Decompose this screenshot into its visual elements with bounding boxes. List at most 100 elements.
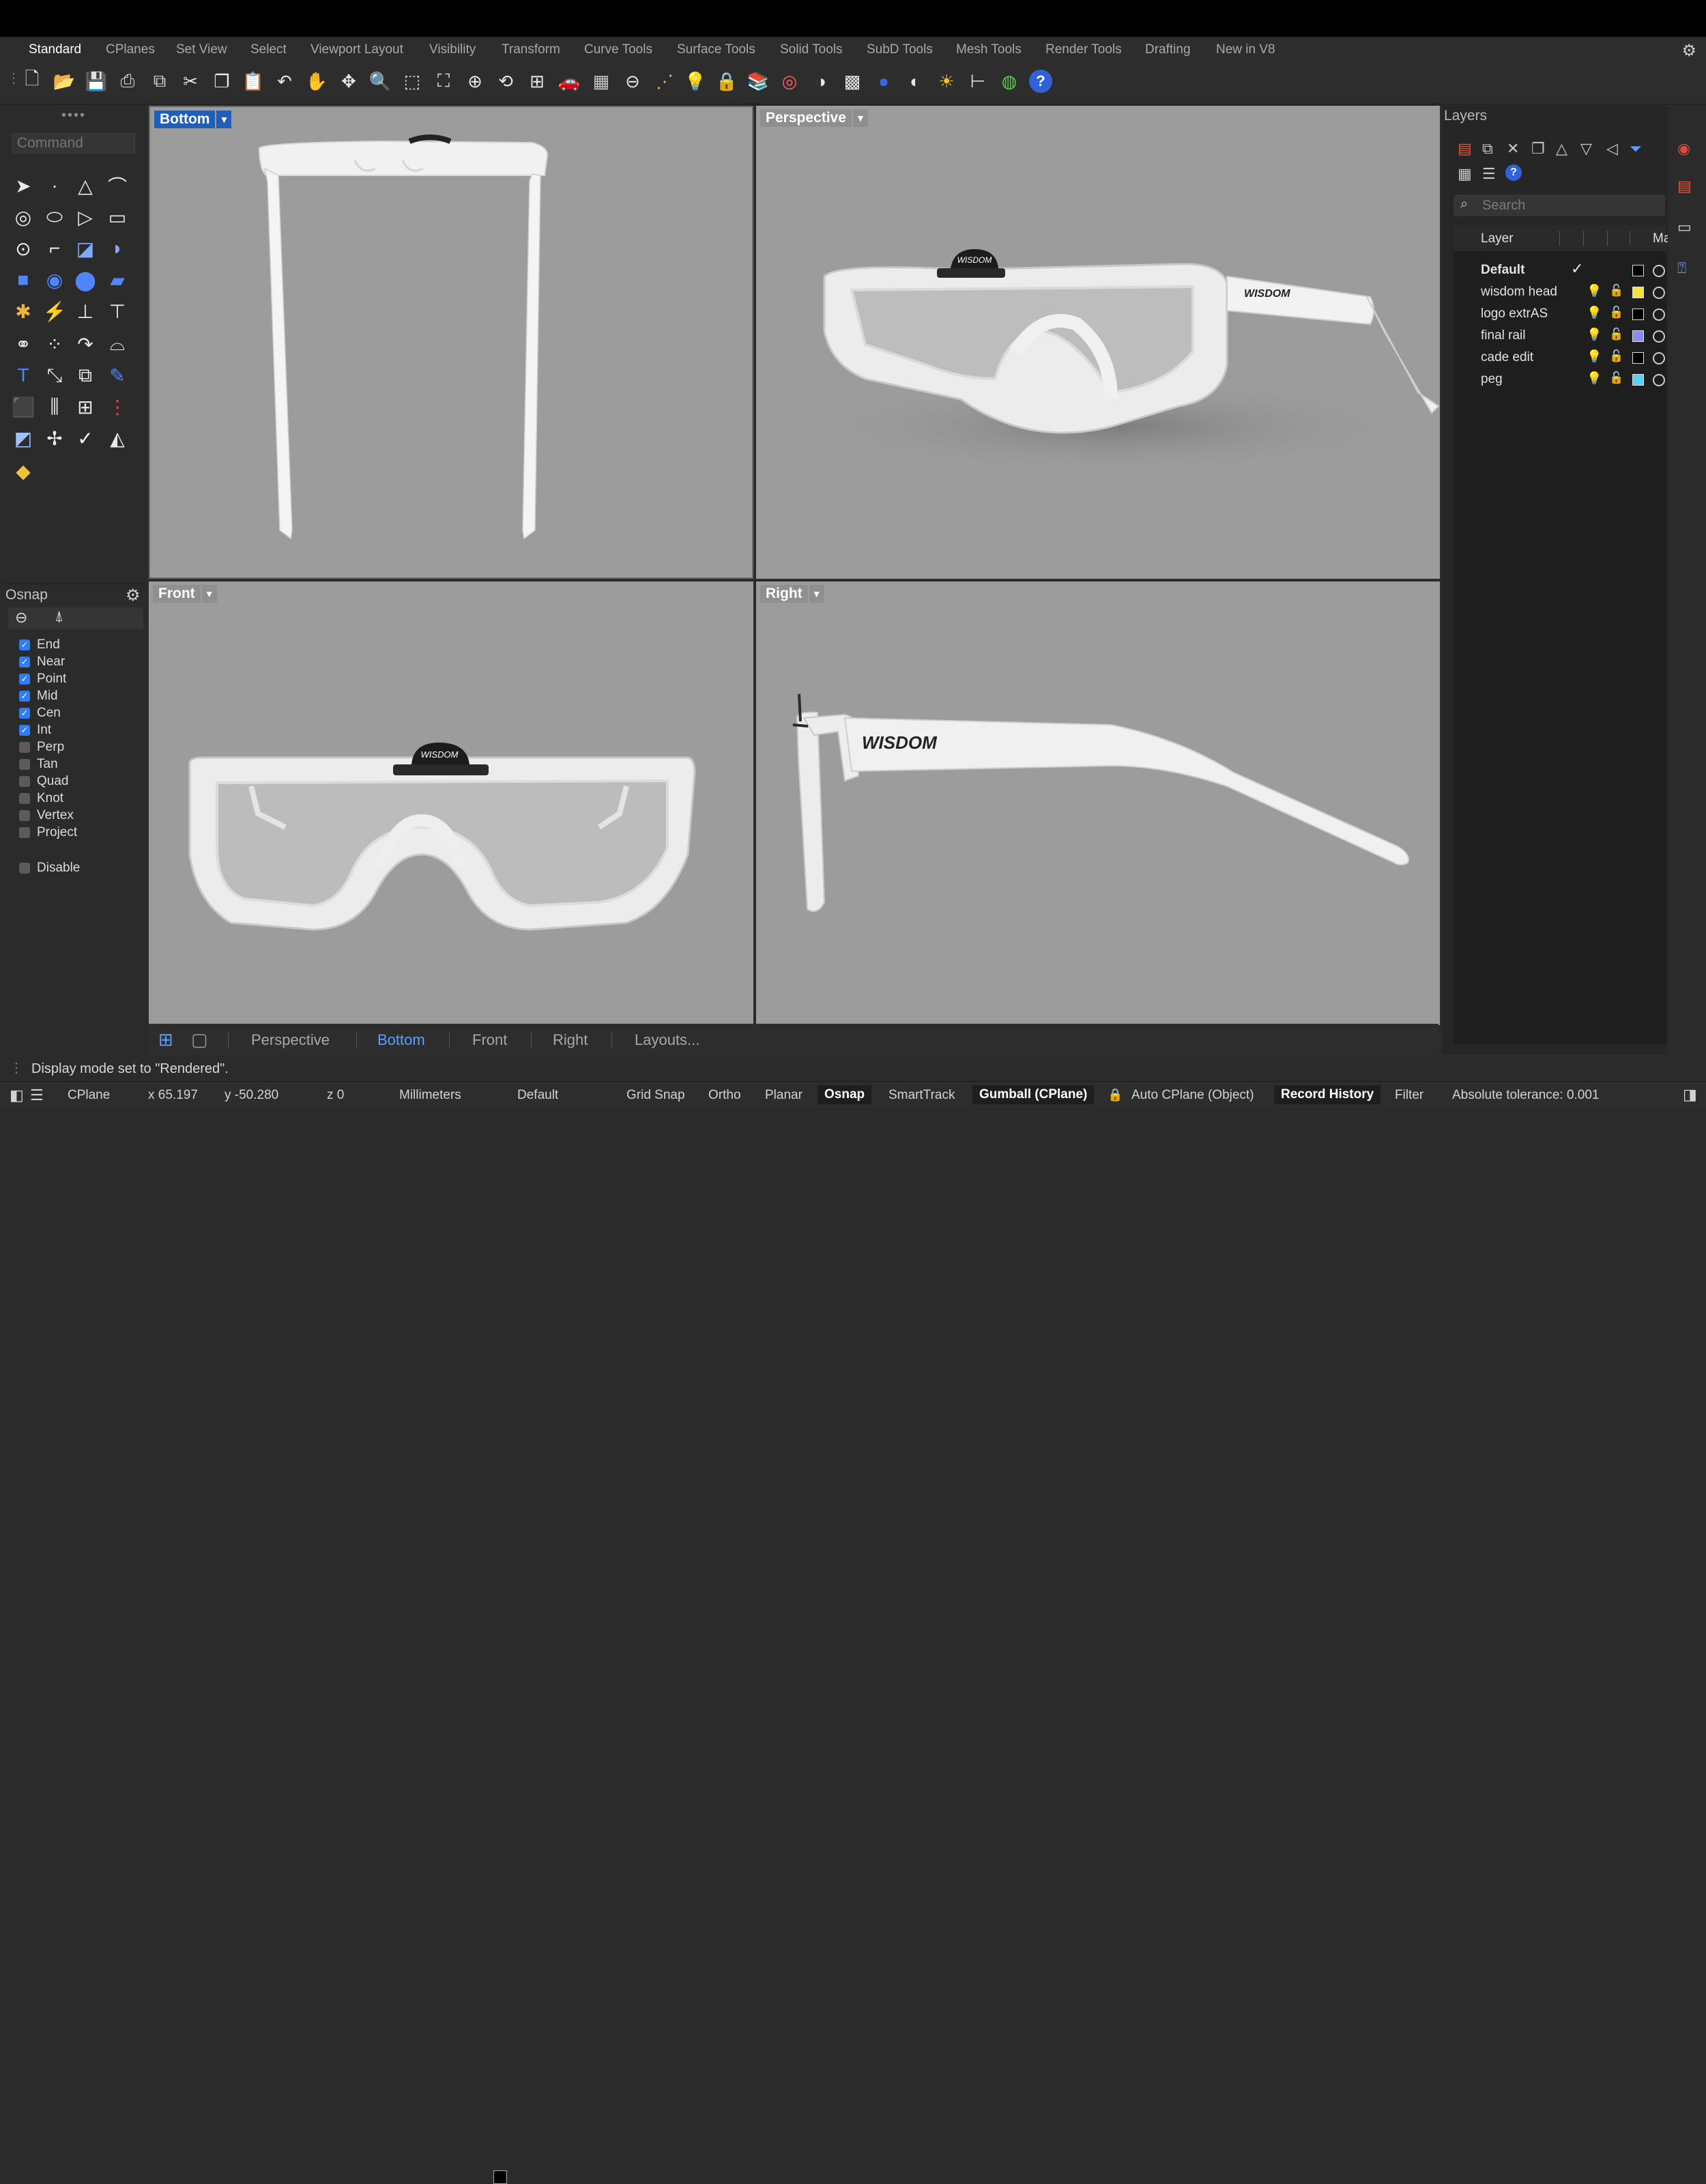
- tab-select[interactable]: Select: [250, 42, 287, 57]
- osnap-target-icon[interactable]: ⊖: [15, 609, 27, 627]
- rotate-view-icon[interactable]: ✥: [336, 68, 362, 94]
- split-icon[interactable]: ⚡: [41, 298, 68, 325]
- select-points-icon[interactable]: ⋰: [652, 68, 678, 94]
- grip-icon[interactable]: ⋮: [10, 1059, 23, 1076]
- status-layer[interactable]: Default: [517, 1088, 558, 1103]
- list-view-icon[interactable]: ☰: [1482, 165, 1496, 183]
- checkbox-icon[interactable]: [19, 827, 30, 838]
- car-icon[interactable]: 🚗: [556, 68, 582, 94]
- array-curve-icon[interactable]: ⋮: [104, 393, 131, 420]
- new-file-icon[interactable]: 🗋: [19, 68, 45, 94]
- tab-surface-tools[interactable]: Surface Tools: [677, 42, 755, 57]
- material-circle-icon[interactable]: [1653, 265, 1665, 277]
- layer-color-swatch[interactable]: [493, 2170, 507, 2184]
- environment-icon[interactable]: ◐: [902, 68, 928, 94]
- layer-row-cade-edit[interactable]: cade edit 💡 🔓: [1454, 347, 1666, 369]
- layer-search-field[interactable]: ⌕ Search: [1454, 195, 1665, 216]
- pan-hand-icon[interactable]: ✋: [304, 68, 330, 94]
- material-circle-icon[interactable]: [1653, 374, 1665, 386]
- tab-cplanes[interactable]: CPlanes: [106, 42, 155, 57]
- surface-icon[interactable]: ◪: [72, 235, 99, 262]
- plane-icon[interactable]: ▰: [104, 266, 131, 293]
- layer-color-swatch[interactable]: [1632, 374, 1644, 386]
- unlock-icon[interactable]: 🔓: [1609, 284, 1623, 298]
- view-tab-front[interactable]: Front: [472, 1031, 507, 1049]
- viewport-front[interactable]: WISDOM Front ▼: [149, 581, 753, 1025]
- layer-row-final-rail[interactable]: final rail 💡 🔓: [1454, 326, 1666, 347]
- osnap-cen[interactable]: ✓ Cen: [19, 706, 61, 721]
- list-icon[interactable]: ☰: [30, 1087, 44, 1104]
- ellipse-icon[interactable]: ⬭: [41, 203, 68, 231]
- save-icon[interactable]: 💾: [83, 68, 109, 94]
- light-bulb-icon[interactable]: 💡: [1587, 328, 1602, 342]
- tab-subd-tools[interactable]: SubD Tools: [867, 42, 933, 57]
- command-input[interactable]: [12, 133, 135, 154]
- checkbox-icon[interactable]: [19, 793, 30, 804]
- arc-icon[interactable]: ⌓: [104, 330, 131, 358]
- gear-icon[interactable]: ⚙: [126, 586, 141, 605]
- loft-icon[interactable]: ◗: [104, 235, 131, 262]
- unlock-icon[interactable]: 🔓: [1609, 371, 1623, 385]
- color-wheel-icon[interactable]: ◉: [1677, 140, 1690, 158]
- tab-transform[interactable]: Transform: [502, 42, 560, 57]
- tab-render-tools[interactable]: Render Tools: [1045, 42, 1122, 57]
- trim-icon[interactable]: ⊤: [104, 298, 131, 325]
- osnap-perp[interactable]: Perp: [19, 740, 64, 755]
- osnap-int[interactable]: ✓ Int: [19, 723, 51, 738]
- checkbox-icon[interactable]: ✓: [19, 640, 30, 650]
- status-filter[interactable]: Filter: [1395, 1088, 1423, 1103]
- status-auto-cplane[interactable]: Auto CPlane (Object): [1131, 1088, 1254, 1103]
- osnap-vertex[interactable]: Vertex: [19, 808, 74, 823]
- render-sphere-icon[interactable]: ●: [871, 68, 897, 94]
- unlock-icon[interactable]: 🔓: [1609, 306, 1623, 319]
- delete-icon[interactable]: ✕: [1507, 140, 1519, 158]
- pencil-icon[interactable]: ✎: [104, 362, 131, 389]
- rectangle-icon[interactable]: ▭: [104, 203, 131, 231]
- material-circle-icon[interactable]: [1653, 330, 1665, 343]
- scale-icon[interactable]: ⤡: [41, 362, 68, 389]
- osnap-quad[interactable]: Quad: [19, 774, 68, 789]
- check-icon[interactable]: ✓: [72, 425, 99, 452]
- status-cplane[interactable]: CPlane: [68, 1088, 110, 1103]
- view-tab-bottom[interactable]: Bottom: [377, 1031, 425, 1049]
- globe-icon[interactable]: ◍: [996, 68, 1022, 94]
- grid-layout-icon[interactable]: ⊞: [158, 1029, 173, 1050]
- viewport-title-bottom[interactable]: Bottom ▼: [154, 110, 232, 129]
- view-tab-right[interactable]: Right: [553, 1031, 588, 1049]
- unlock-icon[interactable]: 🔓: [1609, 328, 1623, 341]
- osnap-project[interactable]: Project: [19, 825, 77, 840]
- paste-icon[interactable]: 📋: [240, 68, 266, 94]
- checkbox-icon[interactable]: ✓: [19, 691, 30, 702]
- blend-icon[interactable]: ↷: [72, 330, 99, 358]
- fillet-curve-icon[interactable]: ⌐: [41, 235, 68, 262]
- duplicate-icon[interactable]: ❐: [1531, 140, 1545, 158]
- zoom-extents-icon[interactable]: ⛶: [431, 68, 457, 94]
- offset-icon[interactable]: ⊙: [10, 235, 37, 262]
- boolean-icon[interactable]: ◉: [41, 266, 68, 293]
- viewport-label[interactable]: Right: [760, 585, 808, 603]
- tab-drafting[interactable]: Drafting: [1145, 42, 1191, 57]
- status-grid-snap[interactable]: Grid Snap: [626, 1088, 685, 1103]
- four-viewports-icon[interactable]: ⊞: [524, 68, 550, 94]
- checkbox-icon[interactable]: ✓: [19, 674, 30, 685]
- tab-new-in-v8[interactable]: New in V8: [1216, 42, 1275, 57]
- material-circle-icon[interactable]: [1653, 308, 1665, 321]
- chevron-down-icon[interactable]: ▼: [216, 111, 232, 128]
- layer-color-swatch[interactable]: [1632, 330, 1644, 342]
- mesh-icon[interactable]: ▩: [839, 68, 865, 94]
- sphere-wire-icon[interactable]: ◑: [808, 68, 834, 94]
- unlock-icon[interactable]: 🔓: [1609, 349, 1623, 363]
- checkbox-icon[interactable]: [19, 863, 30, 874]
- layer-name[interactable]: cade edit: [1481, 350, 1533, 365]
- move-down-icon[interactable]: ▽: [1580, 140, 1592, 158]
- cut-icon[interactable]: ✂: [177, 68, 203, 94]
- text-icon[interactable]: T: [10, 362, 37, 389]
- help-icon[interactable]: ?: [1029, 70, 1052, 93]
- osnap-icon[interactable]: ⊖: [620, 68, 646, 94]
- polyline-icon[interactable]: △: [72, 172, 99, 199]
- help-panel-icon[interactable]: ⍰: [1677, 259, 1686, 277]
- viewport-perspective[interactable]: WISDOM WISDOM Perspective ▼: [756, 106, 1440, 579]
- light-bulb-icon[interactable]: 💡: [1587, 371, 1602, 386]
- panel-toggle-icon[interactable]: ◧: [10, 1087, 24, 1104]
- light-bulb-icon[interactable]: 💡: [1587, 284, 1602, 298]
